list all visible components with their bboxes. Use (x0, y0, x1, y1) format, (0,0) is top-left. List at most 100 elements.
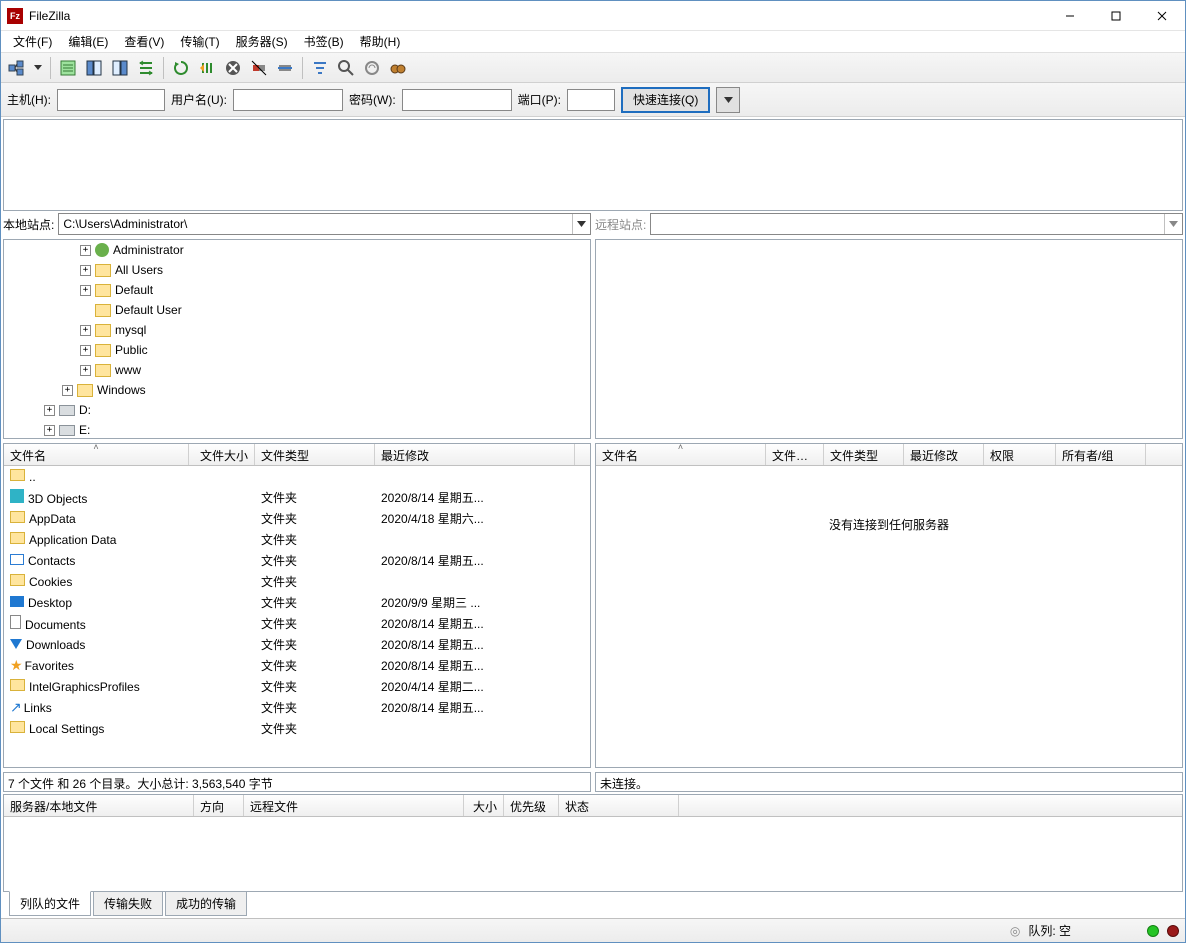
file-row[interactable]: ↗Links文件夹2020/8/14 星期五... (4, 697, 590, 718)
tree-row[interactable]: +mysql (4, 320, 590, 340)
local-path-combo[interactable]: C:\Users\Administrator\ (58, 213, 591, 235)
tree-expander[interactable]: + (80, 285, 91, 296)
menu-item[interactable]: 查看(V) (116, 31, 172, 52)
tree-row[interactable]: +D: (4, 400, 590, 420)
column-header[interactable]: 权限 (984, 444, 1056, 465)
column-header[interactable]: 文件类型 (255, 444, 375, 465)
site-manager-button[interactable] (5, 56, 29, 80)
tree-row[interactable]: +www (4, 360, 590, 380)
file-row[interactable]: Downloads文件夹2020/8/14 星期五... (4, 634, 590, 655)
username-input[interactable] (233, 89, 343, 111)
file-row[interactable]: Desktop文件夹2020/9/9 星期三 ... (4, 592, 590, 613)
maximize-button[interactable] (1093, 1, 1139, 31)
host-input[interactable] (57, 89, 165, 111)
file-row[interactable]: .. (4, 466, 590, 487)
tree-row[interactable]: +E: (4, 420, 590, 439)
file-row[interactable]: Documents文件夹2020/8/14 星期五... (4, 613, 590, 634)
file-row[interactable]: Application Data文件夹 (4, 529, 590, 550)
column-header[interactable]: 最近修改 (904, 444, 984, 465)
toggle-remote-tree-button[interactable] (108, 56, 132, 80)
message-log[interactable] (3, 119, 1183, 211)
tree-row[interactable]: Default User (4, 300, 590, 320)
tree-expander[interactable]: + (62, 385, 73, 396)
local-file-list[interactable]: 文件名˄文件大小文件类型最近修改 ..3D Objects文件夹2020/8/1… (3, 443, 591, 768)
tree-expander[interactable]: + (80, 325, 91, 336)
local-tree[interactable]: +Administrator+All Users+DefaultDefault … (3, 239, 591, 439)
column-header[interactable]: 服务器/本地文件 (4, 795, 194, 816)
column-header[interactable]: 所有者/组 (1056, 444, 1146, 465)
close-button[interactable] (1139, 1, 1185, 31)
column-header[interactable]: 大小 (464, 795, 504, 816)
sync-browse-button[interactable] (360, 56, 384, 80)
column-header[interactable]: 状态 (559, 795, 679, 816)
refresh-button[interactable] (169, 56, 193, 80)
reconnect-button[interactable] (273, 56, 297, 80)
local-status: 7 个文件 和 26 个目录。大小总计: 3,563,540 字节 (3, 772, 591, 792)
tool-bar (1, 53, 1185, 83)
menu-item[interactable]: 文件(F) (5, 31, 60, 52)
column-header[interactable]: 文件名˄ (596, 444, 766, 465)
remote-columns-header[interactable]: 文件名˄文件大小文件类型最近修改权限所有者/组 (596, 444, 1182, 466)
file-row[interactable]: Local Settings文件夹 (4, 718, 590, 739)
column-header[interactable]: 优先级 (504, 795, 559, 816)
tree-row[interactable]: +All Users (4, 260, 590, 280)
chevron-down-icon[interactable] (1164, 214, 1182, 234)
cancel-button[interactable] (221, 56, 245, 80)
column-header[interactable]: 最近修改 (375, 444, 575, 465)
password-input[interactable] (402, 89, 512, 111)
toggle-queue-button[interactable] (134, 56, 158, 80)
queue-columns-header[interactable]: 服务器/本地文件方向远程文件大小优先级状态 (4, 795, 1182, 817)
local-columns-header[interactable]: 文件名˄文件大小文件类型最近修改 (4, 444, 590, 466)
site-manager-dropdown[interactable] (31, 56, 45, 80)
tree-expander[interactable]: + (80, 345, 91, 356)
file-row[interactable]: Cookies文件夹 (4, 571, 590, 592)
queue-tab[interactable]: 传输失败 (93, 892, 163, 916)
column-header[interactable]: 文件名˄ (4, 444, 189, 465)
menu-item[interactable]: 编辑(E) (60, 31, 116, 52)
tree-row[interactable]: +Public (4, 340, 590, 360)
menu-item[interactable]: 服务器(S) (228, 31, 296, 52)
tree-expander[interactable]: + (44, 405, 55, 416)
disconnect-button[interactable] (247, 56, 271, 80)
search-button[interactable] (386, 56, 410, 80)
menu-item[interactable]: 传输(T) (172, 31, 227, 52)
toggle-log-button[interactable] (56, 56, 80, 80)
column-header[interactable]: 文件大小 (189, 444, 255, 465)
activity-led-send (1147, 925, 1159, 937)
menu-item[interactable]: 帮助(H) (352, 31, 409, 52)
column-header[interactable]: 方向 (194, 795, 244, 816)
remote-tree[interactable] (595, 239, 1183, 439)
queue-list[interactable]: 服务器/本地文件方向远程文件大小优先级状态 (3, 794, 1183, 892)
toggle-local-tree-button[interactable] (82, 56, 106, 80)
process-queue-button[interactable] (195, 56, 219, 80)
tree-expander[interactable]: + (44, 425, 55, 436)
file-row[interactable]: ★Favorites文件夹2020/8/14 星期五... (4, 655, 590, 676)
tree-expander[interactable]: + (80, 365, 91, 376)
menu-item[interactable]: 书签(B) (296, 31, 352, 52)
chevron-down-icon[interactable] (572, 214, 590, 234)
column-header[interactable]: 远程文件 (244, 795, 464, 816)
queue-tab[interactable]: 列队的文件 (9, 891, 91, 916)
tree-row[interactable]: +Administrator (4, 240, 590, 260)
filter-button[interactable] (308, 56, 332, 80)
minimize-button[interactable] (1047, 1, 1093, 31)
port-input[interactable] (567, 89, 615, 111)
remote-file-list[interactable]: 文件名˄文件大小文件类型最近修改权限所有者/组 没有连接到任何服务器 (595, 443, 1183, 768)
column-header[interactable]: 文件大小 (766, 444, 824, 465)
tree-expander[interactable]: + (80, 265, 91, 276)
remote-tree-icon (111, 59, 129, 77)
file-row[interactable]: AppData文件夹2020/4/18 星期六... (4, 508, 590, 529)
host-label: 主机(H): (7, 91, 51, 108)
tree-expander[interactable]: + (80, 245, 91, 256)
tree-row[interactable]: +Default (4, 280, 590, 300)
file-row[interactable]: 3D Objects文件夹2020/8/14 星期五... (4, 487, 590, 508)
file-row[interactable]: IntelGraphicsProfiles文件夹2020/4/14 星期二... (4, 676, 590, 697)
quick-connect-button[interactable]: 快速连接(Q) (621, 87, 710, 113)
remote-path-combo[interactable] (650, 213, 1183, 235)
queue-tab[interactable]: 成功的传输 (165, 892, 247, 916)
quick-connect-dropdown[interactable] (716, 87, 740, 113)
tree-row[interactable]: +Windows (4, 380, 590, 400)
compare-button[interactable] (334, 56, 358, 80)
file-row[interactable]: Contacts文件夹2020/8/14 星期五... (4, 550, 590, 571)
column-header[interactable]: 文件类型 (824, 444, 904, 465)
